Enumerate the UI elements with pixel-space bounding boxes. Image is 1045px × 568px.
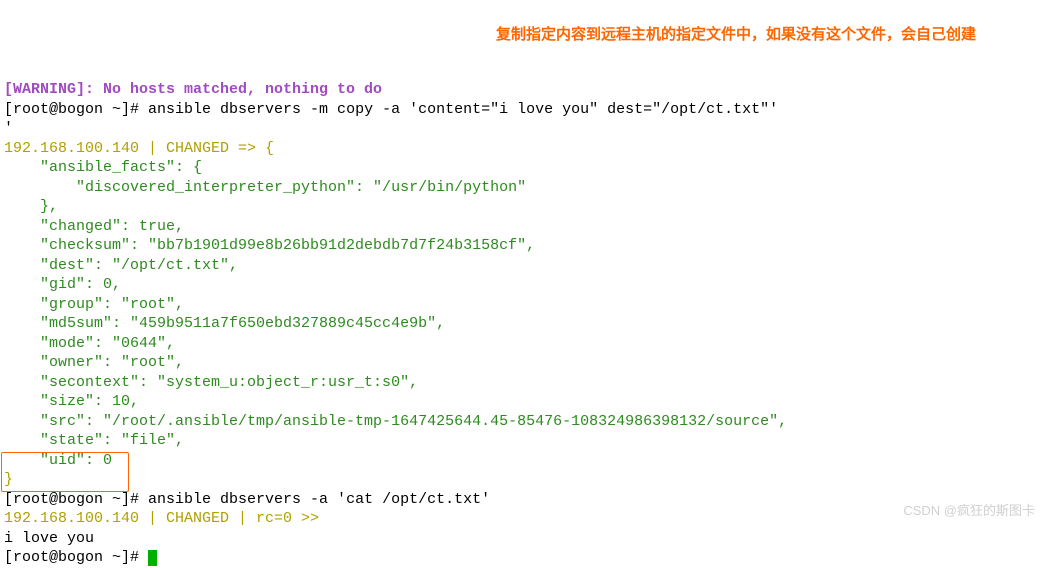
json-close: }: [4, 471, 13, 488]
json-changed: "changed": true,: [4, 218, 184, 235]
prompt-3: [root@bogon ~]#: [4, 549, 148, 566]
json-checksum: "checksum": "bb7b1901d99e8b26bb91d2debdb…: [4, 237, 535, 254]
command-2: ansible dbservers -a 'cat /opt/ct.txt': [148, 491, 490, 508]
warning-line: [WARNING]: No hosts matched, nothing to …: [4, 81, 382, 98]
watermark-text: CSDN @疯狂的斯图卡: [903, 503, 1035, 520]
cursor-icon[interactable]: [148, 550, 157, 566]
json-src: "src": "/root/.ansible/tmp/ansible-tmp-1…: [4, 413, 787, 430]
json-interpreter: "discovered_interpreter_python": "/usr/b…: [4, 179, 526, 196]
prompt-2: [root@bogon ~]#: [4, 491, 148, 508]
json-dest: "dest": "/opt/ct.txt",: [4, 257, 238, 274]
json-uid: "uid": 0: [4, 452, 112, 469]
json-group: "group": "root",: [4, 296, 184, 313]
json-secontext: "secontext": "system_u:object_r:usr_t:s0…: [4, 374, 418, 391]
json-mode: "mode": "0644",: [4, 335, 175, 352]
json-state: "state": "file",: [4, 432, 184, 449]
host-header: 192.168.100.140 | CHANGED => {: [4, 140, 274, 157]
json-size: "size": 10,: [4, 393, 139, 410]
json-ansible-facts-close: },: [4, 198, 58, 215]
json-gid: "gid": 0,: [4, 276, 121, 293]
quote-line: ': [4, 120, 13, 137]
json-owner: "owner": "root",: [4, 354, 184, 371]
output-2: i love you: [4, 530, 94, 547]
host-header-2: 192.168.100.140 | CHANGED | rc=0 >>: [4, 510, 319, 527]
command-1: ansible dbservers -m copy -a 'content="i…: [148, 101, 778, 118]
prompt-1: [root@bogon ~]#: [4, 101, 148, 118]
annotation-text: 复制指定内容到远程主机的指定文件中，如果没有这个文件，会自己创建: [496, 24, 1036, 45]
json-ansible-facts-open: "ansible_facts": {: [4, 159, 202, 176]
json-md5sum: "md5sum": "459b9511a7f650ebd327889c45cc4…: [4, 315, 445, 332]
